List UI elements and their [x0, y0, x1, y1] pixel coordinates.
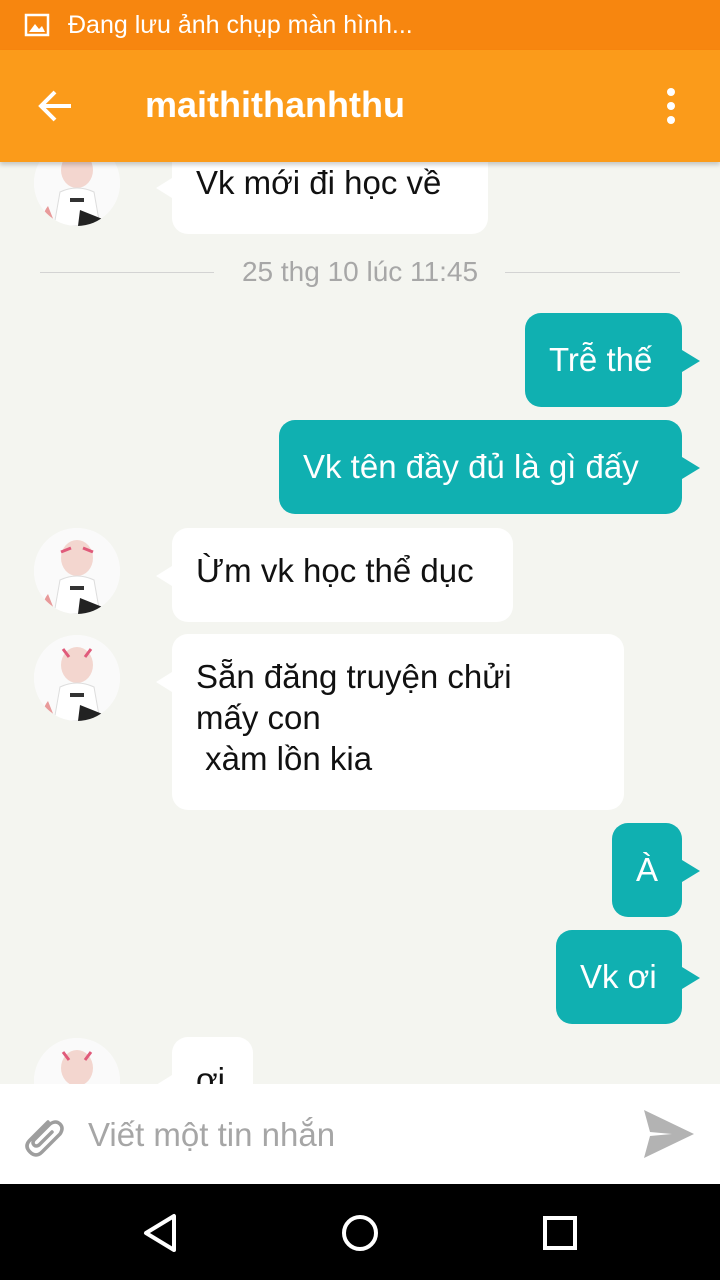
avatar[interactable]	[34, 162, 120, 226]
message-text: Vk tên đầy đủ là gì đấy	[303, 448, 639, 485]
message-text: Trễ thế	[549, 341, 653, 378]
message-incoming: Sẵn đăng truyện chửi mấy con xàm lồn kia	[156, 634, 624, 810]
timestamp: 25 thg 10 lúc 11:45	[241, 256, 479, 287]
message-text: À	[636, 851, 659, 888]
message-line: xàm lồn kia	[196, 740, 373, 777]
conversation-title: maithithanhthu	[145, 84, 405, 125]
avatar[interactable]	[34, 635, 120, 721]
more-vert-icon[interactable]	[656, 86, 686, 126]
avatar[interactable]	[34, 1038, 120, 1084]
image-icon	[24, 13, 50, 37]
message-text: Vk ơi	[580, 958, 657, 995]
message-outgoing: Vk tên đầy đủ là gì đấy	[279, 420, 700, 514]
message-incoming: ơi	[156, 1037, 253, 1084]
message-text: Ừm vk học thể dục	[196, 552, 474, 589]
message-incoming: Vk mới đi học về	[156, 162, 488, 234]
message-line: mấy con	[196, 699, 321, 736]
system-nav-bar	[0, 1184, 720, 1280]
message-outgoing: Trễ thế	[525, 313, 700, 407]
arrow-back-icon[interactable]	[36, 86, 76, 126]
paperclip-icon[interactable]	[18, 1110, 68, 1160]
avatar-photo	[34, 162, 120, 226]
message-incoming: Ừm vk học thể dục	[156, 528, 513, 622]
message-text: Vk mới đi học về	[196, 164, 442, 201]
circle-home-icon[interactable]	[337, 1210, 383, 1256]
chat-thread[interactable]: Vk mới đi học về 25 thg 10 lúc 11:45 Trễ…	[0, 162, 720, 1084]
message-text: ơi	[196, 1061, 225, 1084]
square-recents-icon[interactable]	[537, 1210, 583, 1256]
message-line: Sẵn đăng truyện chửi	[196, 658, 512, 695]
send-icon[interactable]	[642, 1108, 696, 1160]
avatar-photo	[34, 635, 120, 721]
status-bar: Đang lưu ảnh chụp màn hình...	[0, 0, 720, 50]
message-composer	[0, 1084, 720, 1184]
status-text: Đang lưu ảnh chụp màn hình...	[68, 10, 413, 39]
avatar-photo	[34, 528, 120, 614]
triangle-back-icon[interactable]	[138, 1210, 184, 1256]
message-outgoing: Vk ơi	[556, 930, 700, 1024]
avatar[interactable]	[34, 528, 120, 614]
avatar-photo	[34, 1038, 120, 1084]
message-input[interactable]	[86, 1106, 610, 1164]
app-bar: maithithanhthu	[0, 50, 720, 162]
message-outgoing: À	[612, 823, 700, 917]
